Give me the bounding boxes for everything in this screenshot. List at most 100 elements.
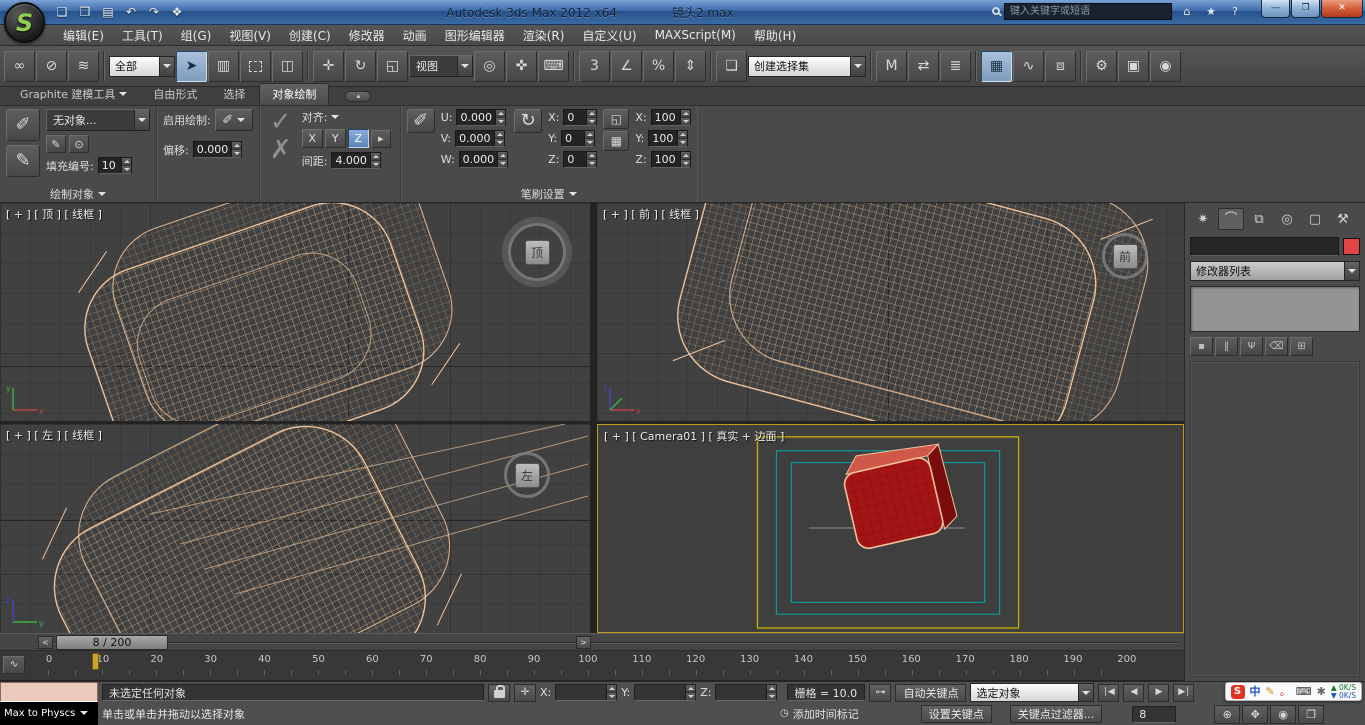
menu-create[interactable]: 创建(C)	[280, 25, 340, 45]
edit-object-list-button[interactable]: ✎	[46, 135, 66, 153]
dropdown-arrow-icon[interactable]	[850, 57, 865, 76]
select-and-scale-button[interactable]: ◱	[377, 51, 408, 82]
curve-editor-button[interactable]: ∿	[1013, 51, 1044, 82]
percent-snap-button[interactable]: %	[643, 51, 674, 82]
tab-object-paint[interactable]: 对象绘制	[259, 83, 329, 105]
previous-frame-arrow-button[interactable]: <	[38, 636, 53, 649]
menu-views[interactable]: 视图(V)	[220, 25, 280, 45]
scale-y-field[interactable]: 100	[648, 130, 688, 147]
window-crossing-button[interactable]: ◫	[272, 51, 303, 82]
spinner[interactable]	[766, 685, 776, 700]
time-slider-handle[interactable]: 8 / 200	[56, 635, 168, 650]
sogou-logo-icon[interactable]: S	[1231, 685, 1245, 699]
application-menu-button[interactable]: S	[4, 2, 45, 43]
viewcube-face[interactable]: 左	[515, 463, 540, 488]
spinner[interactable]	[586, 110, 596, 125]
viewcube-face[interactable]: 顶	[525, 240, 550, 265]
menu-tools[interactable]: 工具(T)	[113, 25, 172, 45]
viewport-front[interactable]: [ + ] [ 前 ] [ 线框 ] 前 x z	[597, 203, 1184, 421]
offset-field[interactable]: 0.000	[193, 141, 243, 158]
bind-to-space-warp-button[interactable]: ≋	[68, 51, 99, 82]
save-file-button[interactable]: ▤	[98, 3, 118, 22]
ribbon-collapse-button[interactable]: ▴	[345, 91, 371, 102]
dropdown-arrow-icon[interactable]	[159, 57, 174, 76]
rollout-area[interactable]	[1190, 361, 1360, 677]
v-offset-field[interactable]: 0.000	[455, 130, 505, 147]
spacing-field[interactable]: 4.000	[331, 152, 381, 169]
viewcube[interactable]: 左	[504, 452, 550, 498]
spinner[interactable]	[586, 152, 596, 167]
menu-help[interactable]: 帮助(H)	[745, 25, 805, 45]
dropdown-arrow-icon[interactable]	[1344, 262, 1359, 280]
menu-modifiers[interactable]: 修改器	[340, 25, 394, 45]
menu-animation[interactable]: 动画	[394, 25, 436, 45]
paint-object-dropdown[interactable]: 无对象...	[46, 109, 150, 131]
scale-x-field[interactable]: 100	[651, 109, 691, 126]
viewport-left[interactable]: [ + ] [ 左 ] [ 线框 ] 左 y z	[0, 424, 590, 633]
z-coordinate-field[interactable]	[715, 684, 777, 701]
spinner[interactable]	[370, 153, 380, 168]
go-to-start-button[interactable]: ∣◀	[1098, 684, 1119, 702]
spinner[interactable]	[495, 110, 505, 125]
dropdown-arrow-icon[interactable]	[1078, 684, 1093, 701]
macro-recorder-field[interactable]	[0, 682, 98, 702]
use-pivot-center-button[interactable]: ◎	[474, 51, 505, 82]
menu-graph-editors[interactable]: 图形编辑器	[436, 25, 514, 45]
dropdown-arrow-icon[interactable]	[457, 56, 472, 76]
x-coordinate-field[interactable]	[555, 684, 617, 701]
modifier-stack[interactable]	[1190, 286, 1360, 332]
enable-paint-dropdown[interactable]: ✐	[215, 109, 253, 131]
spinner[interactable]	[231, 142, 241, 157]
motion-panel-tab[interactable]: ◎	[1274, 208, 1300, 230]
axis-y-button[interactable]: Y	[325, 129, 346, 148]
current-frame-field[interactable]: 8	[1132, 706, 1176, 723]
keyboard-override-button[interactable]: ⌨	[538, 51, 569, 82]
snaps-toggle-button[interactable]: 3	[579, 51, 610, 82]
project-folder-button[interactable]: ❖	[167, 3, 187, 22]
viewport-label[interactable]: [ + ] [ 顶 ] [ 线框 ]	[6, 206, 102, 222]
rotation-scatter-button[interactable]: ↻	[514, 109, 542, 133]
tab-selection[interactable]: 选择	[211, 84, 257, 105]
spinner-snap-button[interactable]: ⇕	[675, 51, 706, 82]
unlink-selection-button[interactable]: ⊘	[36, 51, 67, 82]
viewcube[interactable]: 前	[1102, 233, 1148, 279]
language-mode-icon[interactable]: 中	[1250, 686, 1261, 697]
utilities-panel-tab[interactable]: ⚒	[1330, 208, 1356, 230]
ime-settings-icon[interactable]: ✱	[1317, 686, 1326, 697]
search-input[interactable]	[1004, 3, 1172, 20]
maximize-viewport-button[interactable]: ❒	[1298, 705, 1324, 724]
zoom-button[interactable]: ⊕	[1214, 705, 1240, 724]
create-panel-tab[interactable]: ✷	[1190, 208, 1216, 230]
menu-edit[interactable]: 编辑(E)	[54, 25, 113, 45]
show-end-result-button[interactable]: ‖	[1215, 337, 1238, 356]
mirror-button[interactable]: M	[876, 51, 907, 82]
schematic-view-button[interactable]: ⧈	[1045, 51, 1076, 82]
graphite-ribbon-toggle-button[interactable]: ▦	[981, 51, 1012, 82]
current-frame-marker[interactable]	[92, 653, 99, 670]
rendered-frame-window-button[interactable]: ▣	[1118, 51, 1149, 82]
time-slider-track[interactable]	[36, 642, 1178, 644]
edit-named-selections-button[interactable]: ❏	[716, 51, 747, 82]
select-and-move-button[interactable]: ✛	[313, 51, 344, 82]
redo-button[interactable]: ↷	[144, 3, 164, 22]
paint-objects-group-label[interactable]: 绘制对象	[6, 186, 150, 202]
spinner[interactable]	[121, 158, 131, 173]
listener-field[interactable]: Max to Physcs	[0, 702, 98, 725]
select-and-link-button[interactable]: ∞	[4, 51, 35, 82]
reference-coordinate-dropdown[interactable]: 视图	[409, 55, 473, 77]
go-to-end-button[interactable]: ▶∣	[1173, 684, 1194, 702]
modify-panel-tab[interactable]: ⌒	[1218, 208, 1244, 230]
next-frame-arrow-button[interactable]: >	[576, 636, 591, 649]
favorites-button[interactable]: ★	[1202, 2, 1220, 21]
soft-keyboard-icon[interactable]: ⌨	[1296, 686, 1312, 697]
open-file-button[interactable]: ❒	[75, 3, 95, 22]
viewport-label[interactable]: [ + ] [ 左 ] [ 线框 ]	[6, 427, 102, 443]
w-offset-field[interactable]: 0.000	[459, 151, 509, 168]
align-button[interactable]: ⇄	[908, 51, 939, 82]
home-button[interactable]: ⌂	[1178, 2, 1196, 21]
display-panel-tab[interactable]: ▢	[1302, 208, 1328, 230]
pan-button[interactable]: ✥	[1242, 705, 1268, 724]
punctuation-icon[interactable]: 。	[1280, 686, 1291, 697]
chevron-down-icon[interactable]	[331, 115, 339, 119]
absolute-mode-button[interactable]: ✛	[514, 684, 536, 702]
